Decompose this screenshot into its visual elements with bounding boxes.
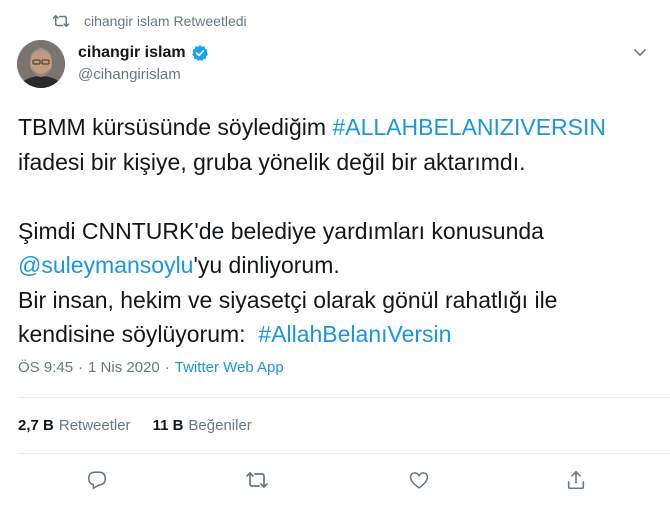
author-handle[interactable]: @cihangirislam	[78, 65, 209, 85]
retweet-context: cihangir islam Retweetledi	[52, 13, 247, 29]
tweet-line-4: @suleymansoylu'yu dinliyorum.	[18, 248, 658, 283]
share-button[interactable]	[563, 469, 589, 495]
tweet-blank-line	[18, 179, 658, 214]
meta-separator: ·	[78, 359, 84, 376]
tweet-source-link[interactable]: Twitter Web App	[175, 359, 284, 376]
retweets-label: Retweetler	[58, 417, 131, 434]
tweet-text-segment: Şimdi CNNTURK'de belediye yardımları kon…	[18, 217, 544, 244]
like-button[interactable]	[406, 469, 432, 495]
retweet-icon	[245, 470, 269, 495]
share-icon	[565, 469, 587, 496]
tweet-date[interactable]: 1 Nis 2020	[88, 359, 160, 376]
author-block: cihangir islam @cihangirislam	[78, 43, 209, 85]
retweet-icon	[52, 14, 70, 28]
reply-button[interactable]	[84, 469, 110, 495]
hashtag-link[interactable]: #ALLAHBELANIZIVERSIN	[332, 114, 606, 140]
likes-stat[interactable]: 11 B Beğeniler	[153, 417, 252, 434]
tweet-meta: ÖS 9:45 · 1 Nis 2020 · Twitter Web App	[18, 359, 284, 376]
likes-count: 11 B	[152, 417, 184, 434]
verified-badge-icon	[191, 44, 209, 62]
retweets-stat[interactable]: 2,7 B Retweetler	[18, 417, 131, 434]
tweet-stats: 2,7 B Retweetler 11 B Beğeniler	[18, 417, 252, 434]
tweet-text-segment: kendisine söylüyorum:	[18, 321, 259, 347]
tweet-text-segment: TBMM kürsüsünde söylediğim	[18, 114, 333, 140]
avatar[interactable]	[17, 40, 65, 88]
likes-label: Beğeniler	[188, 417, 252, 434]
tweet-text-segment: ifadesi bir kişiye, gruba yönelik değil …	[18, 148, 526, 175]
meta-separator: ·	[164, 359, 170, 376]
tweet-line-6: kendisine söylüyorum: #AllahBelanıVersin	[18, 317, 658, 352]
tweet-time[interactable]: ÖS 9:45	[18, 359, 73, 376]
author-name[interactable]: cihangir islam	[78, 43, 186, 63]
retweets-count: 2,7 B	[18, 417, 54, 434]
retweet-button[interactable]	[244, 469, 270, 495]
tweet-line-5: Bir insan, hekim ve siyasetçi olarak gön…	[18, 283, 658, 318]
tweet-line-2: ifadesi bir kişiye, gruba yönelik değil …	[18, 145, 658, 180]
tweet-text-segment: 'yu dinliyorum.	[193, 252, 340, 278]
tweet-text: TBMM kürsüsünde söylediğim #ALLAHBELANIZ…	[18, 110, 658, 352]
tweet-card: cihangir islam Retweetledi cihangir isla…	[0, 0, 670, 509]
tweet-line-1: TBMM kürsüsünde söylediğim #ALLAHBELANIZ…	[18, 110, 658, 145]
divider	[18, 397, 670, 398]
tweet-text-segment: Bir insan, hekim ve siyasetçi olarak gön…	[18, 286, 558, 313]
reply-icon	[86, 469, 108, 496]
divider	[18, 453, 670, 454]
tweet-actions	[0, 469, 670, 495]
heart-icon	[408, 469, 430, 496]
hashtag-link[interactable]: #AllahBelanıVersin	[258, 321, 451, 347]
chevron-down-icon[interactable]	[632, 44, 648, 60]
retweet-context-label[interactable]: cihangir islam Retweetledi	[84, 13, 247, 29]
tweet-line-3: Şimdi CNNTURK'de belediye yardımları kon…	[18, 214, 658, 249]
mention-link[interactable]: @suleymansoylu	[18, 252, 193, 278]
